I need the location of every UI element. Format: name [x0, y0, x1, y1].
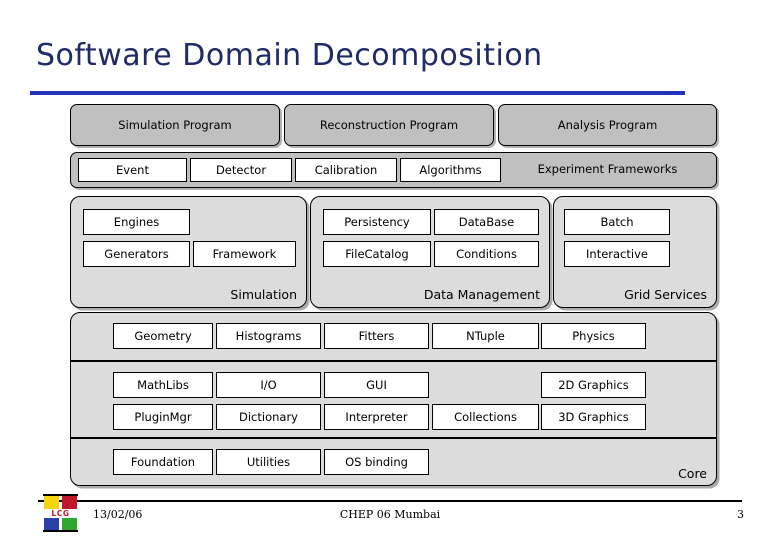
cell-label: Persistency — [344, 215, 410, 229]
cell-label: NTuple — [466, 329, 505, 343]
core-cell-pluginmgr[interactable]: PluginMgr — [113, 404, 213, 430]
cell-label: Dictionary — [239, 410, 298, 424]
core-divider-1 — [71, 360, 716, 362]
core-cell-gui[interactable]: GUI — [324, 372, 429, 398]
domain-panel-grid-services: Batch Interactive Grid Services — [553, 196, 717, 308]
domain-panel-data-management: Persistency DataBase FileCatalog Conditi… — [310, 196, 550, 308]
core-cell-physics[interactable]: Physics — [541, 323, 646, 349]
cell-label: Collections — [454, 410, 517, 424]
core-cell-foundation[interactable]: Foundation — [113, 449, 213, 475]
program-row: Simulation Program Reconstruction Progra… — [70, 104, 717, 146]
framework-box-event[interactable]: Event — [78, 158, 187, 182]
domain-label-data-management: Data Management — [423, 287, 540, 302]
framework-label: Event — [116, 163, 149, 177]
cell-label: Physics — [572, 329, 615, 343]
core-label: Core — [678, 466, 707, 481]
core-cell-ntuple[interactable]: NTuple — [432, 323, 539, 349]
cell-database[interactable]: DataBase — [434, 209, 539, 235]
experiment-frameworks-label: Experiment Frameworks — [537, 162, 678, 176]
cell-label: DataBase — [458, 215, 515, 229]
framework-label: Detector — [215, 163, 267, 177]
logo-bar-bottom — [43, 530, 78, 532]
program-label: Simulation Program — [118, 118, 232, 132]
core-cell-histograms[interactable]: Histograms — [216, 323, 321, 349]
core-cell-fitters[interactable]: Fitters — [324, 323, 429, 349]
cell-label: FileCatalog — [345, 247, 409, 261]
core-cell-utilities[interactable]: Utilities — [216, 449, 321, 475]
program-box-analysis[interactable]: Analysis Program — [498, 104, 717, 146]
core-cell-3d-graphics[interactable]: 3D Graphics — [541, 404, 646, 430]
core-cell-2d-graphics[interactable]: 2D Graphics — [541, 372, 646, 398]
cell-label: Framework — [212, 247, 277, 261]
cell-label: Batch — [600, 215, 634, 229]
domain-panel-simulation: Engines Generators Framework Simulation — [70, 196, 307, 308]
cell-interactive[interactable]: Interactive — [564, 241, 670, 267]
core-cell-dictionary[interactable]: Dictionary — [216, 404, 321, 430]
cell-label: Interpreter — [345, 410, 408, 424]
cell-framework[interactable]: Framework — [193, 241, 296, 267]
cell-label: Conditions — [456, 247, 517, 261]
core-cell-os-binding[interactable]: OS binding — [324, 449, 429, 475]
cell-label: PluginMgr — [134, 410, 192, 424]
framework-label: Calibration — [314, 163, 378, 177]
framework-box-algorithms[interactable]: Algorithms — [400, 158, 501, 182]
cell-label: Histograms — [235, 329, 302, 343]
cell-label: Interactive — [586, 247, 648, 261]
cell-label: Fitters — [358, 329, 395, 343]
cell-label: 3D Graphics — [558, 410, 629, 424]
cell-label: 2D Graphics — [558, 378, 629, 392]
cell-label: Foundation — [130, 455, 196, 469]
cell-label: MathLibs — [137, 378, 189, 392]
core-divider-2 — [71, 437, 716, 439]
core-cell-interpreter[interactable]: Interpreter — [324, 404, 429, 430]
program-box-reconstruction[interactable]: Reconstruction Program — [284, 104, 494, 146]
program-label: Analysis Program — [557, 118, 658, 132]
experiment-frameworks-row: Event Detector Calibration Algorithms Ex… — [70, 152, 717, 188]
cell-label: Utilities — [246, 455, 291, 469]
core-cell-io[interactable]: I/O — [216, 372, 321, 398]
cell-label: I/O — [260, 378, 277, 392]
footer-conference: CHEP 06 Mumbai — [339, 508, 441, 521]
logo-bar-top — [43, 494, 78, 496]
core-panel: Geometry Histograms Fitters NTuple Physi… — [70, 312, 717, 486]
domain-label-simulation: Simulation — [230, 287, 297, 302]
core-cell-mathlibs[interactable]: MathLibs — [113, 372, 213, 398]
cell-label: Engines — [113, 215, 160, 229]
framework-label: Algorithms — [419, 163, 482, 177]
cell-engines[interactable]: Engines — [83, 209, 190, 235]
cell-label: GUI — [366, 378, 387, 392]
footer-divider — [38, 500, 742, 502]
framework-box-detector[interactable]: Detector — [190, 158, 292, 182]
core-cell-geometry[interactable]: Geometry — [113, 323, 213, 349]
program-box-simulation[interactable]: Simulation Program — [70, 104, 280, 146]
page-title: Software Domain Decomposition — [36, 38, 543, 73]
cell-conditions[interactable]: Conditions — [434, 241, 539, 267]
program-label: Reconstruction Program — [319, 118, 459, 132]
cell-filecatalog[interactable]: FileCatalog — [323, 241, 431, 267]
cell-label: Geometry — [134, 329, 192, 343]
framework-box-calibration[interactable]: Calibration — [295, 158, 397, 182]
cell-generators[interactable]: Generators — [83, 241, 190, 267]
cell-label: Generators — [104, 247, 169, 261]
cell-persistency[interactable]: Persistency — [323, 209, 431, 235]
cell-label: OS binding — [345, 455, 408, 469]
title-divider — [30, 91, 685, 95]
domain-label-grid-services: Grid Services — [624, 287, 707, 302]
core-cell-collections[interactable]: Collections — [432, 404, 539, 430]
cell-batch[interactable]: Batch — [564, 209, 670, 235]
footer-page-number: 3 — [737, 508, 744, 521]
